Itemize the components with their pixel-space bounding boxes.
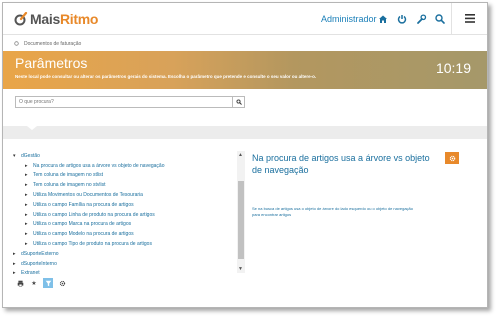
search-button[interactable] xyxy=(232,97,244,107)
scroll-up-icon[interactable]: ▲ xyxy=(238,152,243,158)
page-title: Parâmetros xyxy=(15,55,88,71)
search-icon xyxy=(235,99,242,105)
tree-group[interactable]: ▸ dSuporteInterno xyxy=(13,259,233,269)
caret-right-icon: ▸ xyxy=(25,211,28,218)
caret-down-icon[interactable]: ▾ xyxy=(13,153,21,159)
tree-item[interactable]: ▸ Tem coluna de imagem no stlist xyxy=(13,171,233,181)
caret-right-icon: ▸ xyxy=(25,192,28,199)
printer-icon[interactable] xyxy=(15,278,25,288)
tree-item[interactable]: ▸ Utiliza o campo Família na procura de a… xyxy=(13,200,233,210)
menu-button[interactable] xyxy=(451,3,487,35)
caret-right-icon[interactable]: ▸ xyxy=(13,270,21,276)
caret-right-icon: ▸ xyxy=(25,221,28,228)
caret-right-icon: ▸ xyxy=(25,241,28,248)
logo-icon xyxy=(14,12,28,26)
tree-item[interactable]: ▸ Utiliza o campo Linha de produto na pro… xyxy=(13,210,233,220)
page-subtitle: Neste local pode consultar ou alterar os… xyxy=(15,74,317,79)
caret-right-icon: ▸ xyxy=(25,201,28,208)
settings-icon[interactable] xyxy=(57,278,67,288)
breadcrumb-link[interactable]: Documentos de faturação xyxy=(24,41,81,47)
caret-right-icon: ▸ xyxy=(25,172,28,179)
detail-title: Na procura de artigos usa a árvore vs ob… xyxy=(252,153,430,175)
edit-parameter-button[interactable] xyxy=(445,152,459,164)
logo-text: MaisRitmo xyxy=(30,11,98,27)
app-window: MaisRitmo Administrador Documentos de fa… xyxy=(2,2,488,308)
caret-right-icon: ▸ xyxy=(25,231,28,238)
caret-right-icon[interactable]: ▸ xyxy=(13,251,21,257)
tree-item[interactable]: ▸ Na procura de artigos usa a árvore vs o… xyxy=(13,161,233,171)
page-banner: Parâmetros Neste local pode consultar ou… xyxy=(3,51,487,89)
parameter-tree: ▾ dGestão ▸ Na procura de artigos usa a ár… xyxy=(13,151,233,278)
gear-icon xyxy=(449,149,456,167)
tree-group[interactable]: ▾ dGestão xyxy=(13,151,233,161)
top-navbar: MaisRitmo Administrador xyxy=(3,3,487,35)
clock: 10:19 xyxy=(435,60,471,76)
tree-item[interactable]: ▸ Utiliza o campo Marca na procura de art… xyxy=(13,220,233,230)
caret-right-icon[interactable]: ▸ xyxy=(13,261,21,267)
star-icon[interactable]: ★ xyxy=(29,278,39,288)
tree-item[interactable]: ▸ Utiliza o campo Tipo de produto na proc… xyxy=(13,239,233,249)
scroll-down-icon[interactable]: ▼ xyxy=(238,266,243,272)
tree-toolbar: ★ xyxy=(15,278,67,288)
breadcrumb: Documentos de faturação xyxy=(3,37,487,51)
wrench-icon[interactable] xyxy=(415,12,427,24)
search-box xyxy=(15,96,245,108)
logo-prefix: Mais xyxy=(30,11,60,27)
section-divider xyxy=(3,126,487,139)
tree-group[interactable]: ▸ Extranet xyxy=(13,269,233,279)
tree-item[interactable]: ▸ Utiliza Movimentos ou Documentos de Tes… xyxy=(13,190,233,200)
power-icon[interactable] xyxy=(396,12,408,24)
search-icon[interactable] xyxy=(434,12,446,24)
circle-icon xyxy=(14,40,19,48)
scroll-thumb[interactable] xyxy=(238,181,244,259)
hamburger-icon xyxy=(464,10,475,28)
tree-group[interactable]: ▸ dSuporteExterno xyxy=(13,249,233,259)
home-icon[interactable] xyxy=(377,12,389,24)
detail-description: Se na busca de artigos usa o objeto de á… xyxy=(252,206,414,217)
search-area xyxy=(3,89,487,126)
tree-item[interactable]: ▸ Utiliza o campo Modelo na procura de ar… xyxy=(13,229,233,239)
tree-item[interactable]: ▸ Tem coluna de imagem no stvlist xyxy=(13,180,233,190)
user-name[interactable]: Administrador xyxy=(321,14,377,24)
search-input[interactable] xyxy=(16,97,232,107)
logo[interactable]: MaisRitmo xyxy=(14,11,98,27)
caret-right-icon: ▸ xyxy=(25,162,28,169)
caret-right-icon: ▸ xyxy=(25,182,28,189)
tree-scrollbar[interactable]: ▲ ▼ xyxy=(237,151,245,273)
logo-suffix: Ritmo xyxy=(59,11,99,27)
filter-icon[interactable] xyxy=(43,278,53,288)
